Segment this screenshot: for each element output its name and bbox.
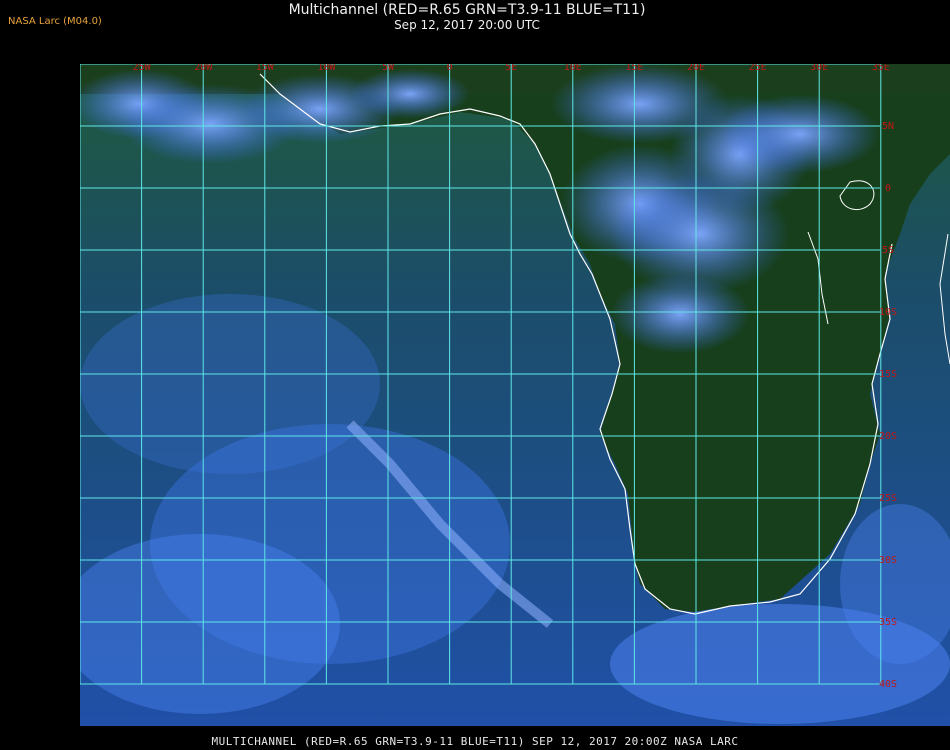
- latitude-label: 25S: [879, 493, 897, 504]
- longitude-label: 10W: [317, 64, 336, 73]
- latitude-label: 30S: [879, 555, 897, 566]
- longitude-label: 5E: [505, 64, 517, 73]
- longitude-label: 25W: [133, 64, 152, 73]
- image-title: Multichannel (RED=R.65 GRN=T3.9-11 BLUE=…: [288, 2, 646, 18]
- longitude-label: 15E: [625, 64, 643, 73]
- latitude-label: 35S: [879, 617, 897, 628]
- latitude-label: 15S: [879, 369, 897, 380]
- longitude-label: 15W: [256, 64, 275, 73]
- latitude-label: 20S: [879, 431, 897, 442]
- latitude-label: 40S: [879, 679, 897, 690]
- longitude-label: 30E: [810, 64, 828, 73]
- latitude-label: 5N: [882, 121, 894, 132]
- longitude-label: 35E: [872, 64, 890, 73]
- latitude-label: 0: [885, 183, 891, 194]
- image-datetime: Sep 12, 2017 20:00 UTC: [394, 18, 540, 32]
- longitude-label: 20E: [687, 64, 705, 73]
- longitude-label: 10E: [564, 64, 582, 73]
- latitude-label: 10S: [879, 307, 897, 318]
- latitude-label: 5S: [882, 245, 894, 256]
- footer-caption: MULTICHANNEL (RED=R.65 GRN=T3.9-11 BLUE=…: [211, 735, 739, 748]
- longitude-label: 20W: [194, 64, 213, 73]
- longitude-label: 0: [447, 64, 453, 73]
- satellite-map[interactable]: 25W 20W 15W 10W 5W 0 5E 10E 15E 20E 25E 30E 35E 5N 0 5…: [80, 64, 950, 726]
- longitude-label: 25E: [749, 64, 767, 73]
- longitude-label: 5W: [382, 64, 395, 73]
